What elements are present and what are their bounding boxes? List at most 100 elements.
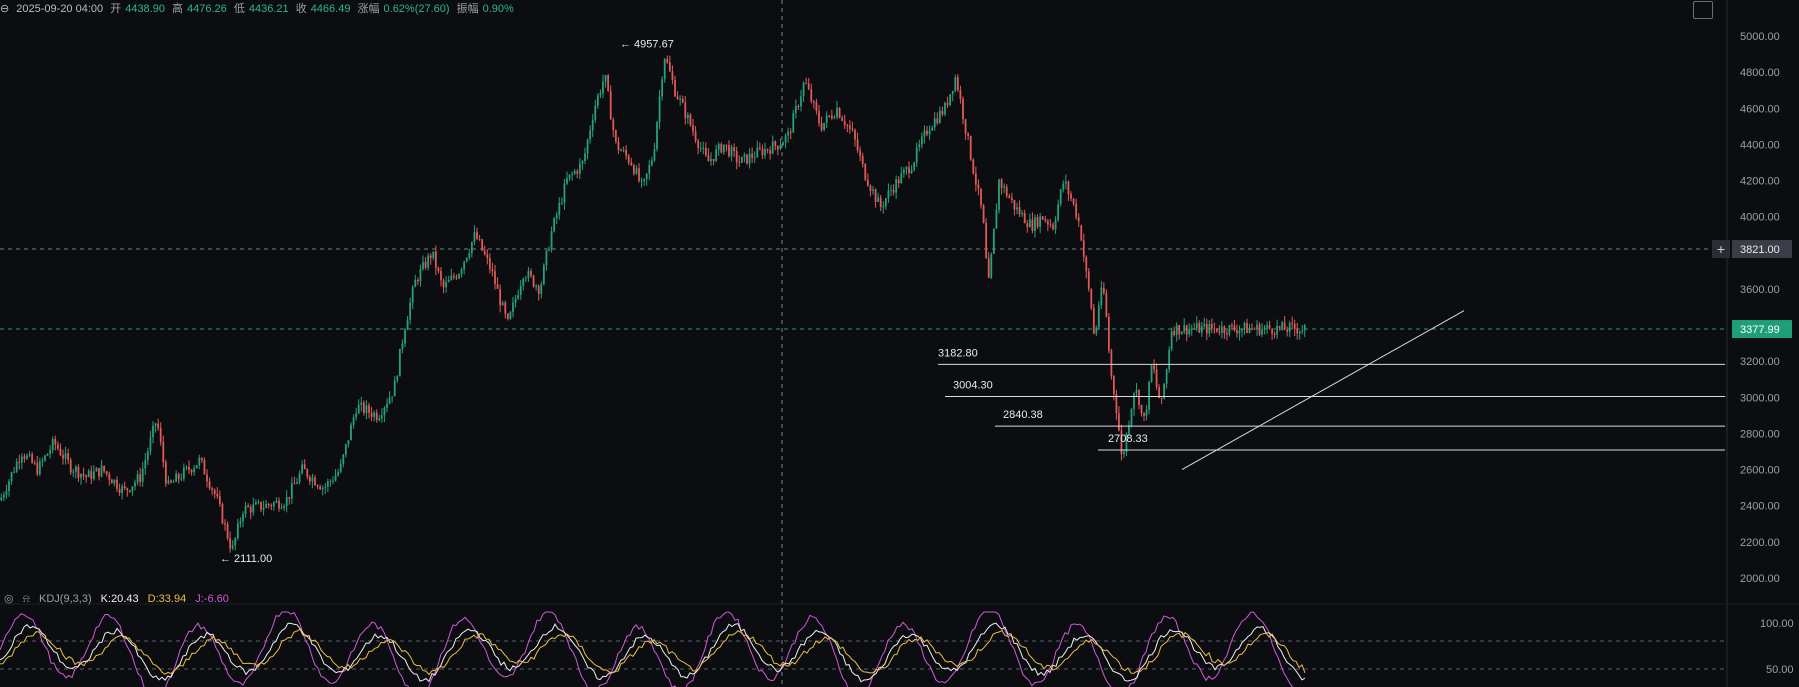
candle-a-body-72 — [185, 466, 188, 468]
candle-a-body-202 — [519, 285, 522, 295]
candle-a-body-163 — [419, 268, 422, 282]
candle-b-body-26 — [1145, 409, 1148, 416]
candle-a-body-320 — [823, 122, 826, 131]
candle-a-body-161 — [414, 279, 417, 288]
candle-a-body-391 — [1005, 186, 1008, 196]
candle-a-body-51 — [131, 486, 134, 492]
y-tick-label-7: 3600.00 — [1740, 284, 1780, 296]
candle-a-body-22 — [56, 444, 59, 449]
candle-a-body-143 — [368, 405, 370, 413]
candle-a-body-0 — [0, 497, 3, 501]
candle-a-body-287 — [738, 162, 741, 164]
candle-a-body-171 — [440, 271, 442, 281]
candle-a-body-402 — [1034, 217, 1036, 231]
candle-a-body-107 — [275, 500, 278, 503]
candle-a-body-395 — [1016, 207, 1018, 210]
candle-a-body-216 — [555, 214, 558, 219]
candle-a-body-175 — [450, 275, 453, 280]
candle-a-body-128 — [329, 480, 332, 482]
candle-b-body-27 — [1148, 381, 1150, 410]
candle-a-body-381 — [980, 188, 982, 206]
candle-a-body-312 — [802, 83, 805, 97]
candle-a-body-78 — [200, 457, 203, 461]
candle-a-body-224 — [576, 171, 579, 174]
candle-a-body-378 — [972, 159, 975, 174]
candle-a-body-231 — [594, 105, 597, 120]
candle-b-body-65 — [1243, 323, 1246, 329]
candle-a-body-282 — [725, 144, 728, 146]
candle-a-body-308 — [792, 112, 795, 133]
candle-a-body-278 — [715, 149, 718, 162]
candle-a-body-172 — [442, 280, 445, 288]
candle-a-body-409 — [1052, 224, 1054, 230]
candle-a-body-4 — [10, 472, 13, 482]
candle-b-body-74 — [1266, 325, 1268, 328]
candle-a-body-156 — [401, 343, 404, 349]
candle-a-body-106 — [272, 502, 275, 507]
candle-a-body-400 — [1028, 219, 1031, 228]
candle-a-body-116 — [298, 473, 301, 483]
chart-root[interactable]: ⊖ 2025-09-20 04:00 开 4438.90 高 4476.26 低 44… — [0, 0, 1799, 687]
candle-a-body-417 — [1072, 198, 1075, 204]
candle-a-body-243 — [625, 149, 628, 156]
candle-b-body-55 — [1218, 331, 1221, 333]
eye-icon[interactable]: ◎ — [4, 593, 14, 605]
candle-a-body-105 — [270, 505, 273, 507]
candle-a-body-151 — [388, 397, 391, 404]
candle-a-body-367 — [944, 103, 946, 115]
candle-a-body-396 — [1018, 207, 1021, 215]
candle-a-body-195 — [501, 302, 504, 306]
candle-a-body-53 — [136, 474, 139, 483]
candle-a-body-136 — [350, 424, 352, 441]
candle-a-body-11 — [28, 454, 31, 456]
candle-b-body-44 — [1190, 328, 1193, 330]
high-marker-label: ← 4957.67 — [620, 39, 674, 51]
kdj-d: D:33.94 — [147, 593, 187, 605]
candle-a-body-211 — [542, 264, 545, 285]
candle-a-body-117 — [301, 464, 304, 474]
candle-a-body-368 — [946, 103, 949, 105]
candle-a-body-207 — [532, 275, 535, 287]
y-tick-label-5: 4000.00 — [1740, 212, 1780, 224]
candle-a-body-346 — [890, 189, 892, 191]
candle-b-body-62 — [1236, 329, 1238, 334]
candle-a-body-384 — [987, 258, 990, 278]
candle-b-body-25 — [1143, 412, 1145, 416]
candle-a-body-260 — [668, 62, 671, 72]
candle-a-body-180 — [463, 261, 466, 270]
candle-a-body-245 — [630, 162, 633, 166]
candle-a-body-289 — [743, 154, 746, 157]
candle-a-body-242 — [622, 149, 625, 151]
candle-a-body-324 — [833, 117, 836, 119]
candle-a-body-353 — [908, 167, 910, 174]
candle-a-body-223 — [573, 171, 576, 174]
candle-a-body-77 — [198, 457, 201, 466]
candle-a-body-296 — [761, 148, 764, 156]
candle-a-body-209 — [537, 285, 540, 294]
candle-a-body-388 — [998, 179, 1000, 210]
candle-a-body-293 — [753, 157, 756, 159]
candle-a-body-342 — [879, 197, 882, 208]
candle-a-body-118 — [303, 464, 306, 470]
candle-a-body-330 — [848, 125, 851, 129]
alert-icon[interactable]: ⍾ — [23, 593, 30, 605]
add-alert-icon[interactable]: + — [1712, 240, 1730, 258]
candle-a-body-358 — [920, 136, 923, 145]
candle-a-body-185 — [476, 232, 478, 239]
candle-a-body-250 — [643, 179, 646, 181]
candle-a-body-176 — [452, 275, 455, 278]
candle-a-body-37 — [95, 468, 98, 472]
candle-b-body-1 — [1082, 240, 1085, 257]
candle-a-body-44 — [113, 479, 116, 484]
candle-b-body-11 — [1107, 316, 1110, 351]
candle-a-body-89 — [229, 538, 232, 549]
price-chart[interactable]: 5000.00 4800.00 4600.00 4400.00 4200.00 4000.… — [0, 0, 1799, 687]
candle-a-body-5 — [13, 471, 16, 473]
candle-a-body-150 — [386, 403, 388, 408]
candle-a-body-85 — [218, 496, 221, 504]
candle-a-body-283 — [728, 145, 730, 157]
candle-a-body-8 — [20, 456, 23, 463]
candle-a-body-73 — [188, 466, 190, 471]
candle-a-body-288 — [740, 156, 743, 163]
candle-b-body-36 — [1170, 331, 1173, 350]
